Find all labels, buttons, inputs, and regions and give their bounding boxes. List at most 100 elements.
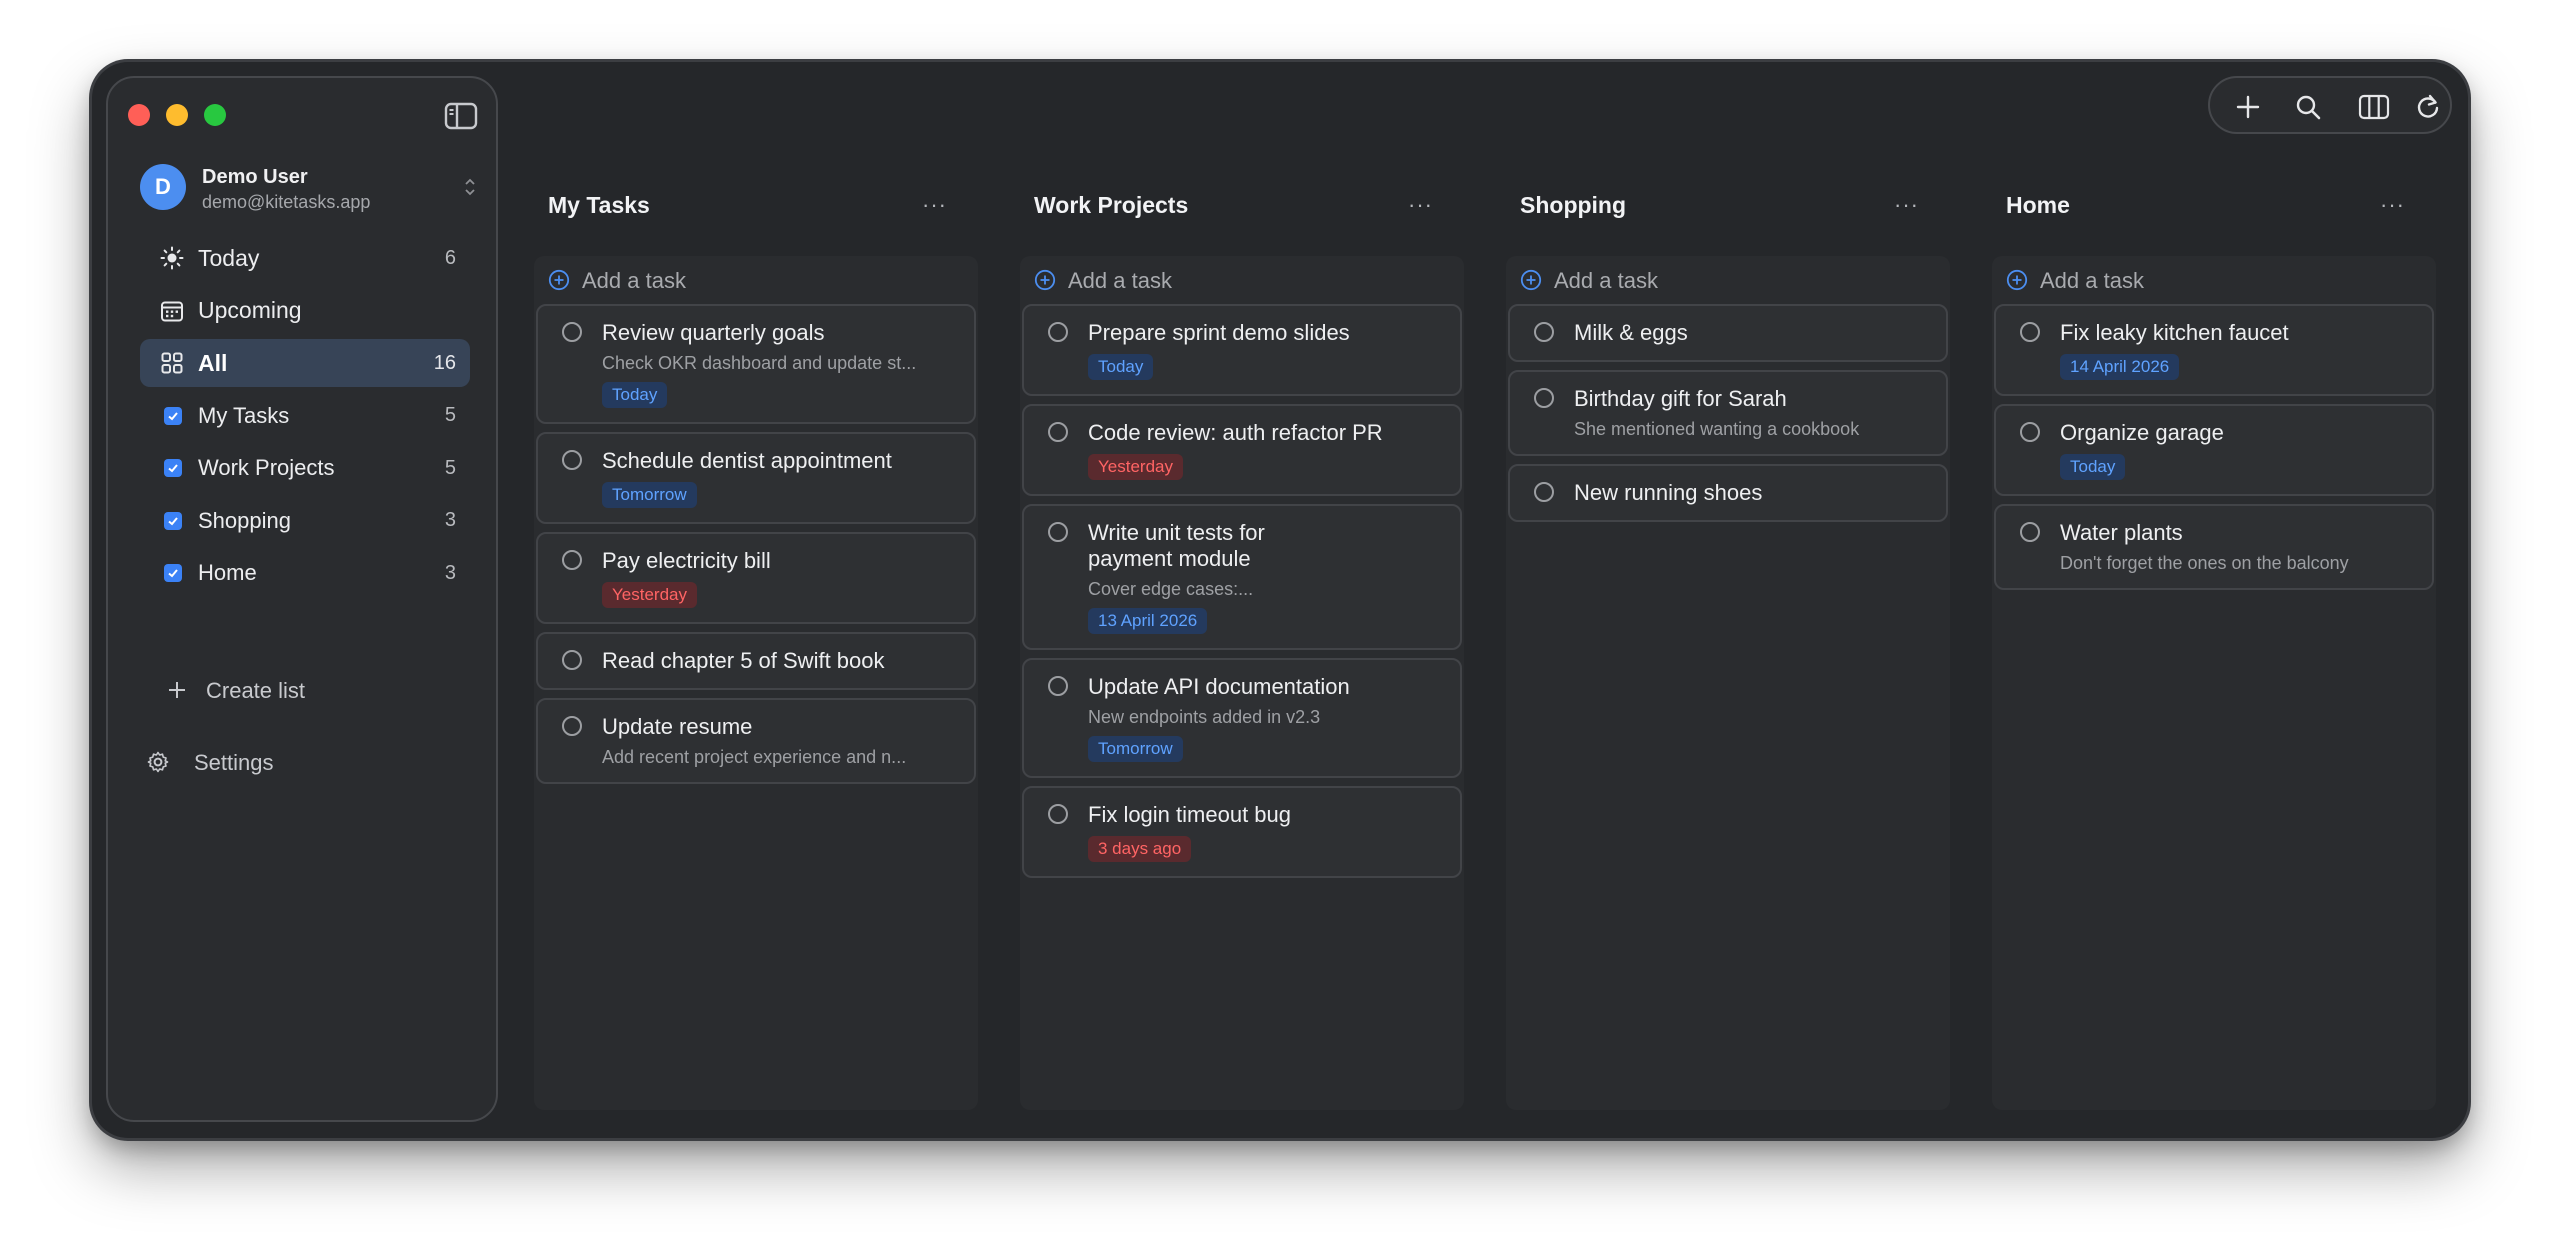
task-title: Review quarterly goals — [602, 320, 825, 345]
complete-task-checkbox[interactable] — [1048, 804, 1068, 824]
list-checkbox-icon[interactable] — [164, 511, 182, 530]
task-title: Birthday gift for Sarah — [1574, 386, 1787, 411]
close-window-button[interactable] — [128, 104, 150, 126]
task-card[interactable]: Write unit tests for payment module Cover… — [1022, 504, 1462, 650]
add-task-button[interactable]: Add a task — [548, 256, 968, 302]
column-title: My Tasks — [548, 192, 650, 218]
complete-task-checkbox[interactable] — [1048, 422, 1068, 442]
add-task-button[interactable]: Add a task — [2006, 256, 2426, 302]
due-date-badge: Today — [2060, 454, 2126, 480]
sidebar-item-my-tasks[interactable]: My Tasks 5 — [140, 392, 470, 440]
settings-button[interactable]: Settings — [146, 742, 446, 782]
plus-icon — [169, 682, 185, 698]
more-options-icon[interactable]: ··· — [1408, 192, 1434, 218]
complete-task-checkbox[interactable] — [1048, 676, 1068, 696]
account-switcher[interactable]: D Demo User demo@kitetasks.app — [140, 164, 480, 214]
add-task-button[interactable]: Add a task — [1520, 256, 1940, 302]
account-name: Demo User — [202, 166, 308, 188]
task-card[interactable]: Milk & eggs — [1508, 304, 1948, 362]
due-date-badge: Today — [1088, 354, 1154, 380]
sidebar-item-home[interactable]: Home 3 — [140, 549, 470, 597]
search-icon[interactable] — [2294, 93, 2322, 121]
task-title: Pay electricity bill — [602, 548, 771, 573]
task-card[interactable]: Read chapter 5 of Swift book — [536, 632, 976, 690]
complete-task-checkbox[interactable] — [562, 716, 582, 736]
task-title: Prepare sprint demo slides — [1088, 320, 1350, 345]
task-card[interactable]: Fix leaky kitchen faucet 14 April 2026 — [1994, 304, 2434, 396]
task-list: Review quarterly goals Check OKR dashboar… — [536, 304, 976, 792]
complete-task-checkbox[interactable] — [2020, 322, 2040, 342]
task-card[interactable]: Birthday gift for Sarah She mentioned wan… — [1508, 370, 1948, 456]
complete-task-checkbox[interactable] — [1048, 322, 1068, 342]
task-card[interactable]: Prepare sprint demo slides Today — [1022, 304, 1462, 396]
create-list-button[interactable]: Create list — [160, 670, 460, 710]
task-title: Update API documentation — [1088, 674, 1350, 699]
sidebar-item-label: My Tasks — [198, 402, 290, 428]
columns-icon[interactable] — [2358, 93, 2390, 121]
task-title: Fix leaky kitchen faucet — [2060, 320, 2289, 345]
sidebar-item-shopping[interactable]: Shopping 3 — [140, 497, 470, 545]
task-card[interactable]: Fix login timeout bug 3 days ago — [1022, 786, 1462, 878]
refresh-icon[interactable] — [2414, 93, 2442, 121]
add-task-button[interactable]: Add a task — [1034, 256, 1454, 302]
list-column-my-tasks: My Tasks ··· Add a task Review quarterly… — [534, 180, 978, 1110]
task-card[interactable]: Code review: auth refactor PR Yesterday — [1022, 404, 1462, 496]
create-list-label: Create list — [206, 678, 306, 703]
chevron-up-down-icon — [465, 178, 475, 196]
complete-task-checkbox[interactable] — [562, 322, 582, 342]
sidebar-toggle-icon[interactable] — [444, 102, 478, 130]
task-note: Cover edge cases:... — [1088, 579, 1254, 599]
gear-icon — [147, 751, 169, 773]
more-options-icon[interactable]: ··· — [922, 192, 948, 218]
complete-task-checkbox[interactable] — [562, 650, 582, 670]
task-card[interactable]: Pay electricity bill Yesterday — [536, 532, 976, 624]
list-checkbox-icon[interactable] — [164, 406, 182, 425]
list-checkbox-icon[interactable] — [164, 564, 182, 582]
sidebar-item-count: 5 — [444, 404, 456, 426]
task-card[interactable]: New running shoes — [1508, 464, 1948, 522]
plus-icon[interactable] — [2234, 93, 2262, 121]
sidebar-item-count: 3 — [444, 561, 456, 584]
list-column-shopping: Shopping ··· Add a task Milk & eggs Birth… — [1506, 180, 1950, 1110]
complete-task-checkbox[interactable] — [1534, 482, 1554, 502]
sidebar-item-today[interactable]: Today 6 — [140, 234, 470, 282]
due-date-badge: Yesterday — [602, 582, 697, 608]
complete-task-checkbox[interactable] — [1048, 522, 1068, 542]
task-card[interactable]: Review quarterly goals Check OKR dashboar… — [536, 304, 976, 424]
complete-task-checkbox[interactable] — [2020, 422, 2040, 442]
complete-task-checkbox[interactable] — [562, 550, 582, 570]
more-options-icon[interactable]: ··· — [1894, 192, 1920, 218]
task-note: Check OKR dashboard and update st... — [602, 353, 917, 373]
list-column-home: Home ··· Add a task Fix leaky kitchen fa… — [1992, 180, 2436, 1110]
complete-task-checkbox[interactable] — [1534, 388, 1554, 408]
task-card[interactable]: Schedule dentist appointment Tomorrow — [536, 432, 976, 524]
task-card[interactable]: Update API documentation New endpoints ad… — [1022, 658, 1462, 778]
complete-task-checkbox[interactable] — [562, 450, 582, 470]
complete-task-checkbox[interactable] — [2020, 522, 2040, 542]
task-note: Don't forget the ones on the balcony — [2060, 553, 2349, 573]
task-title: Read chapter 5 of Swift book — [602, 648, 885, 673]
due-date-badge: 13 April 2026 — [1088, 608, 1208, 634]
plus-circle-icon — [2006, 269, 2028, 291]
sidebar-item-count: 16 — [433, 351, 456, 374]
task-note: New endpoints added in v2.3 — [1088, 707, 1321, 727]
maximize-window-button[interactable] — [204, 104, 226, 126]
task-note: She mentioned wanting a cookbook — [1574, 419, 1860, 439]
task-card[interactable]: Organize garage Today — [1994, 404, 2434, 496]
sidebar-item-work-projects[interactable]: Work Projects 5 — [140, 444, 470, 492]
task-title: Update resume — [602, 714, 753, 739]
complete-task-checkbox[interactable] — [1534, 322, 1554, 342]
sidebar-item-upcoming[interactable]: Upcoming — [140, 287, 470, 335]
minimize-window-button[interactable] — [166, 104, 188, 126]
list-checkbox-icon[interactable] — [164, 459, 182, 477]
task-card[interactable]: Update resume Add recent project experien… — [536, 698, 976, 784]
sidebar-item-all[interactable]: All 16 — [140, 339, 470, 387]
sidebar-item-count: 5 — [444, 456, 456, 479]
task-list: Milk & eggs Birthday gift for Sarah She me… — [1508, 304, 1948, 530]
task-card[interactable]: Water plants Don't forget the ones on the… — [1994, 504, 2434, 590]
app-window: D Demo User demo@kitetasks.app Today 6 U… — [92, 62, 2468, 1138]
task-title: Write unit tests for payment module — [1088, 520, 1265, 571]
sidebar: D Demo User demo@kitetasks.app Today 6 U… — [106, 76, 498, 1122]
sidebar-item-label: Today — [198, 244, 260, 271]
more-options-icon[interactable]: ··· — [2380, 192, 2406, 218]
